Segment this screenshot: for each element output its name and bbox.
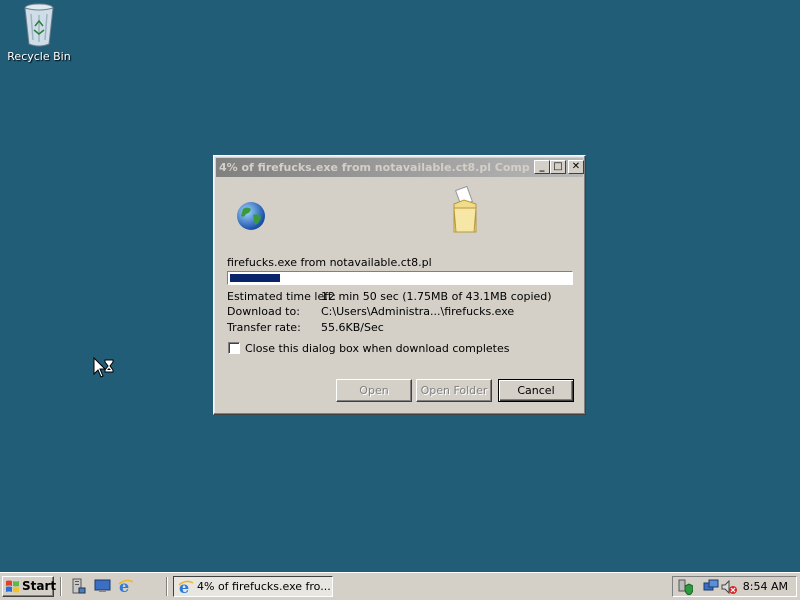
busy-cursor-icon <box>93 357 114 378</box>
recycle-bin-label: Recycle Bin <box>7 50 71 63</box>
minimize-button[interactable]: _ <box>534 160 550 174</box>
close-button[interactable]: ✕ <box>568 160 584 174</box>
windows-logo-icon <box>6 580 19 593</box>
security-shield-icon[interactable] <box>677 579 693 595</box>
transfer-rate-value: 55.6KB/Sec <box>321 321 384 334</box>
download-to-value: C:\Users\Administra...\firefucks.exe <box>321 305 515 318</box>
internet-explorer-icon[interactable]: e <box>118 578 134 594</box>
download-to-label: Download to: <box>227 305 300 318</box>
system-clock: 8:54 AM <box>742 580 788 593</box>
taskbar-task-label: 4% of firefucks.exe fro... <box>197 580 331 593</box>
ie-task-icon: e <box>178 579 194 595</box>
close-on-complete-checkbox[interactable] <box>228 342 240 354</box>
cancel-button[interactable]: Cancel <box>498 379 574 402</box>
globe-icon <box>237 202 265 230</box>
download-dialog: 4% of firefucks.exe from notavailable.ct… <box>213 155 586 415</box>
volume-muted-icon[interactable] <box>721 579 737 595</box>
dialog-titlebar[interactable]: 4% of firefucks.exe from notavailable.ct… <box>216 158 584 177</box>
dialog-title: 4% of firefucks.exe from notavailable.ct… <box>219 161 529 174</box>
folder-icon <box>453 186 477 233</box>
network-icon[interactable] <box>703 579 719 595</box>
progress-fill <box>230 274 280 282</box>
estimated-time-value: 12 min 50 sec (1.75MB of 43.1MB copied) <box>321 290 552 303</box>
taskbar-separator <box>60 577 62 596</box>
start-button[interactable]: Start <box>2 576 57 597</box>
recycle-bin-desktop-icon[interactable]: Recycle Bin <box>6 2 72 63</box>
download-progress-bar <box>227 271 573 285</box>
taskbar-separator-2 <box>166 577 168 596</box>
taskbar: Start e e 4% of firefucks.exe fro... 8:5… <box>0 572 800 600</box>
close-on-complete-label[interactable]: Close this dialog box when download comp… <box>245 342 509 355</box>
recycle-bin-icon <box>24 3 54 47</box>
start-label: Start <box>22 579 57 593</box>
transfer-rate-label: Transfer rate: <box>227 321 301 334</box>
open-folder-button[interactable]: Open Folder <box>416 379 492 402</box>
server-manager-icon[interactable] <box>70 578 86 594</box>
taskbar-download-task[interactable]: e 4% of firefucks.exe fro... <box>173 576 333 597</box>
system-tray: 8:54 AM <box>672 576 797 597</box>
maximize-button[interactable]: □ <box>550 160 566 174</box>
open-button[interactable]: Open <box>336 379 412 402</box>
estimated-time-label: Estimated time left: <box>227 290 336 303</box>
show-desktop-icon[interactable] <box>94 578 111 594</box>
download-source: firefucks.exe from notavailable.ct8.pl <box>227 256 432 269</box>
